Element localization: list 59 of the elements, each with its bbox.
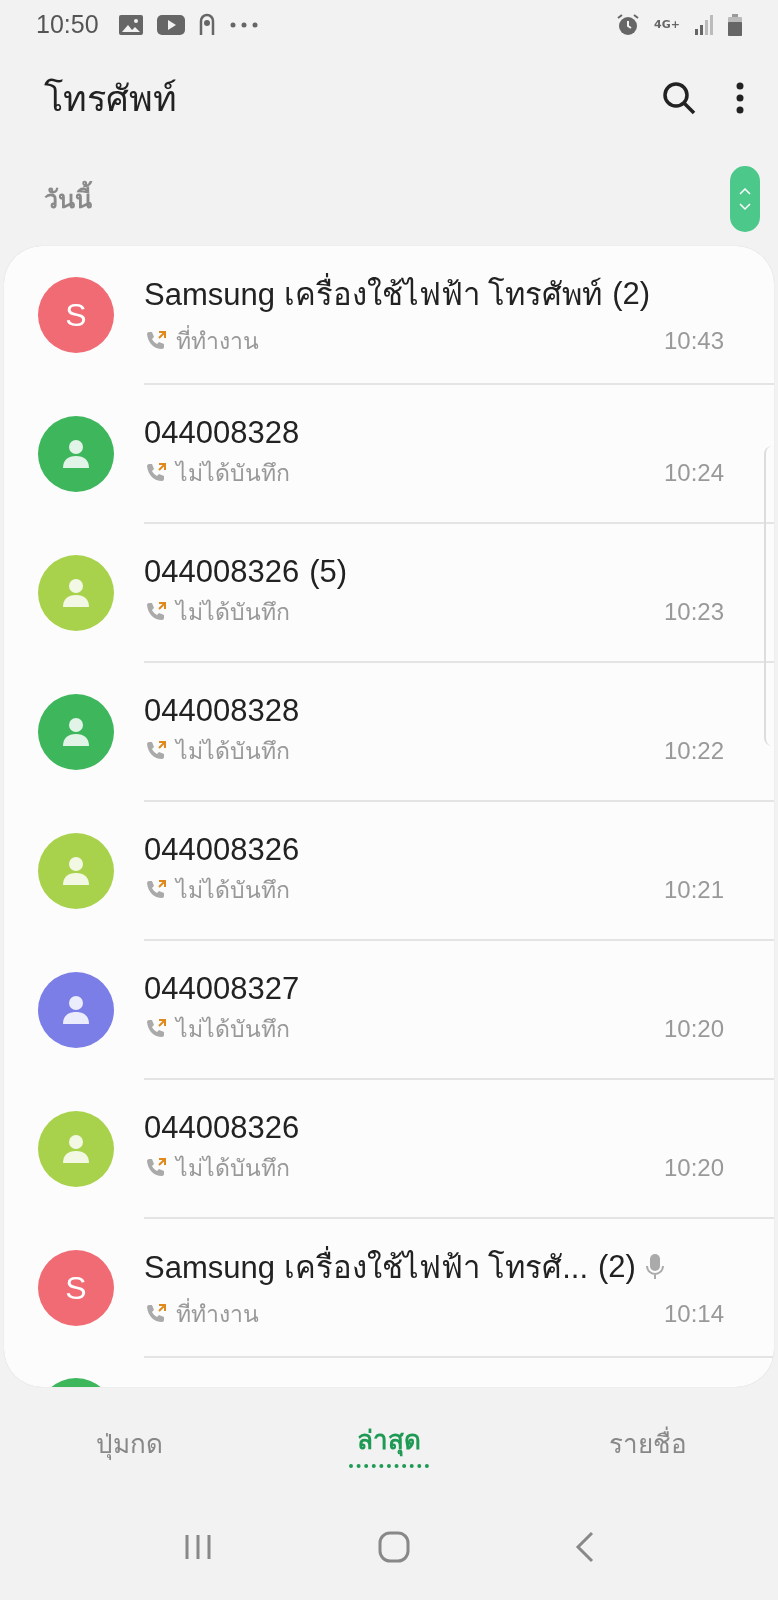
person-icon xyxy=(62,717,90,748)
signal-icon xyxy=(694,14,714,35)
call-count: (2) xyxy=(598,1249,636,1286)
play-icon xyxy=(156,14,185,35)
call-time: 10:20 xyxy=(663,1015,724,1044)
call-row[interactable]: 044008326 ไม่ได้บันทึก 10:21 xyxy=(4,801,774,941)
clock: 10:50 xyxy=(36,10,99,40)
number-label: ไม่ได้บันทึก xyxy=(176,459,291,489)
alarm-icon xyxy=(616,12,641,37)
call-time: 10:43 xyxy=(663,327,724,356)
contact-name: 044008327 xyxy=(144,971,300,1008)
number-label: ที่ทำงาน xyxy=(176,323,656,360)
battery-icon xyxy=(728,13,742,36)
call-row[interactable]: 044008326 ไม่ได้บันทึก 10:20 xyxy=(4,1079,774,1219)
call-time: 10:20 xyxy=(663,1154,724,1183)
number-label: ไม่ได้บันทึก xyxy=(176,598,291,628)
number-label: ไม่ได้บันทึก xyxy=(176,876,291,906)
contact-name: Samsung เครื่องใช้ไฟฟ้า โทรศัพท์ xyxy=(144,269,603,320)
call-row[interactable]: S Samsung เครื่องใช้ไฟฟ้า โทรศัพท์ (2) ที่ทำงาน 10:43 xyxy=(4,245,774,385)
contact-name: 044008328 xyxy=(144,693,300,730)
number-label: ไม่ได้บันทึก xyxy=(176,1015,291,1045)
call-time: 10:21 xyxy=(663,876,724,905)
call-row[interactable]: 044008327 ไม่ได้บันทึก 10:20 xyxy=(4,940,774,1080)
menu-icon[interactable] xyxy=(736,82,744,115)
contact-name: Samsung เครื่องใช้ไฟฟ้า โทรศั... xyxy=(144,1242,589,1293)
app-title: โทรศัพท์ xyxy=(44,76,178,121)
contact-name: 044008328 xyxy=(144,415,300,452)
contact-name: 044008326 xyxy=(144,1110,300,1147)
call-time: 10:24 xyxy=(663,459,724,488)
call-row[interactable]: 044008326 (5) ไม่ได้บันทึก 10:23 xyxy=(4,523,774,663)
scroll-handle[interactable] xyxy=(730,166,760,233)
person-icon xyxy=(62,995,90,1026)
call-time: 10:22 xyxy=(663,737,724,766)
more-icon xyxy=(228,21,259,28)
badge-icon xyxy=(198,12,215,37)
number-label: ไม่ได้บันทึก xyxy=(176,1154,291,1184)
contact-name: 044008326 xyxy=(144,832,300,869)
section-header: วันนี้ xyxy=(44,179,730,220)
avatar-initial: S xyxy=(65,296,87,334)
person-icon xyxy=(62,856,90,887)
avatar-initial: S xyxy=(65,1269,87,1307)
image-icon xyxy=(118,14,143,35)
call-count: (2) xyxy=(612,276,651,313)
person-icon xyxy=(62,439,90,470)
person-icon xyxy=(62,1134,90,1165)
call-time: 10:14 xyxy=(663,1300,724,1329)
call-count: (5) xyxy=(309,554,348,591)
call-row[interactable]: 044008328 ไม่ได้บันทึก 10:22 xyxy=(4,662,774,802)
back-icon[interactable] xyxy=(575,1530,596,1563)
call-time: 10:23 xyxy=(663,598,724,627)
contact-name: 044008326 xyxy=(144,554,300,591)
search-icon[interactable] xyxy=(662,81,696,116)
call-row[interactable]: 044008328 ไม่ได้บันทึก 10:24 xyxy=(4,384,774,524)
number-label: ไม่ได้บันทึก xyxy=(176,737,291,767)
number-label: ที่ทำงาน xyxy=(176,1296,656,1333)
call-row[interactable]: S Samsung เครื่องใช้ไฟฟ้า โทรศั... (2) ที่ทำงาน 10:14 xyxy=(4,1218,774,1358)
network-type: 4G+ xyxy=(654,19,680,31)
home-icon[interactable] xyxy=(378,1530,410,1563)
person-icon xyxy=(62,578,90,609)
